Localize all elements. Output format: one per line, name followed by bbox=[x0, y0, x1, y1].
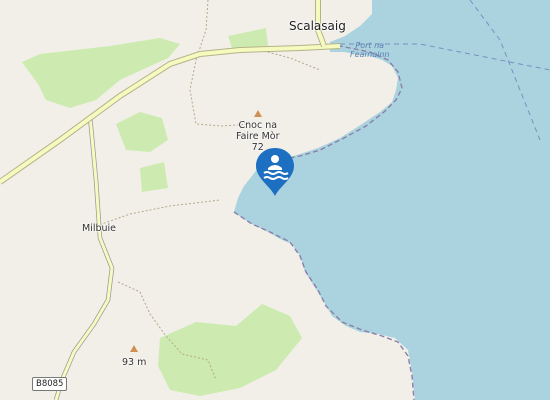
map-canvas[interactable]: Scalasaig Port na Feamainn Cnoc na Faire… bbox=[0, 0, 550, 400]
bay-label-line2: Feamainn bbox=[350, 50, 390, 60]
minor-road bbox=[53, 115, 115, 400]
bay-label: Port na Feamainn bbox=[350, 41, 389, 59]
map-layers bbox=[0, 0, 550, 400]
village-label: Milbuie bbox=[82, 223, 117, 234]
green-field bbox=[228, 28, 268, 48]
peak-elevation-label: 93 m bbox=[122, 357, 147, 368]
peak-icon bbox=[254, 110, 262, 117]
road-shield: B8085 bbox=[32, 377, 68, 391]
town-label: Scalasaig bbox=[289, 19, 346, 33]
hill-name-line2: Faire Mòr bbox=[236, 130, 280, 142]
track bbox=[189, 0, 251, 127]
hill-name-line1: Cnoc na bbox=[238, 120, 278, 131]
minor-road bbox=[54, 115, 114, 400]
green-field bbox=[140, 162, 168, 192]
swimming-icon bbox=[256, 148, 294, 196]
green-field bbox=[116, 112, 168, 152]
bay-label-line1: Port na bbox=[355, 41, 385, 50]
peak-icon bbox=[130, 345, 138, 352]
track bbox=[259, 49, 321, 71]
swimming-marker[interactable] bbox=[254, 146, 296, 198]
green-field bbox=[158, 304, 302, 396]
